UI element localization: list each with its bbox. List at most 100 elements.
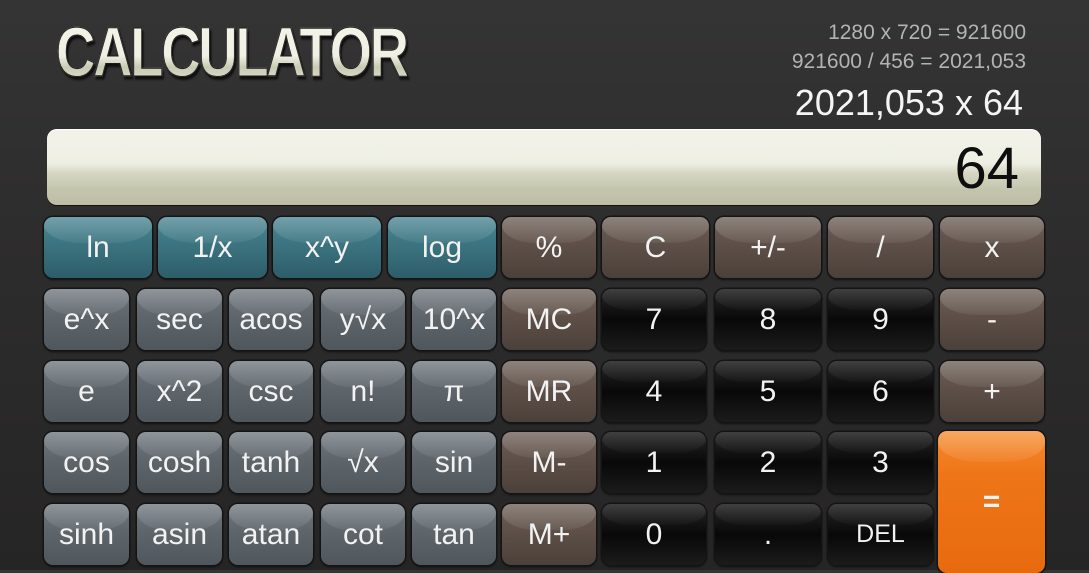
atan-button[interactable]: atan <box>229 504 313 565</box>
digit-9-button[interactable]: 9 <box>828 289 933 350</box>
memory-subtract-button[interactable]: M- <box>502 432 596 493</box>
key-label: MR <box>525 374 573 408</box>
asin-button[interactable]: asin <box>137 504 222 565</box>
key-label: e <box>78 374 95 408</box>
key-label: x^y <box>304 230 350 264</box>
digit-3-button[interactable]: 3 <box>828 432 933 493</box>
key-label: sinh <box>58 517 115 551</box>
history-line: 921600 / 456 = 2021,053 <box>791 50 1026 73</box>
equals-button[interactable]: = <box>938 431 1045 573</box>
digit-6-button[interactable]: 6 <box>828 361 933 422</box>
pi-button[interactable]: π <box>412 361 496 422</box>
divide-button[interactable]: / <box>828 217 933 278</box>
key-label: x^2 <box>156 374 203 408</box>
key-label: cos <box>63 445 110 479</box>
key-label: n! <box>350 374 376 408</box>
key-label: csc <box>248 374 294 408</box>
e-constant-button[interactable]: e <box>44 361 129 422</box>
key-label: 10^x <box>422 302 486 336</box>
digit-7-button[interactable]: 7 <box>602 289 706 350</box>
key-label: M+ <box>527 517 571 551</box>
cot-button[interactable]: cot <box>321 504 405 565</box>
multiply-button[interactable]: x <box>940 217 1044 278</box>
key-label: 8 <box>759 302 777 336</box>
key-label: % <box>535 230 563 264</box>
ln-button[interactable]: ln <box>44 217 152 278</box>
key-label: log <box>421 230 463 264</box>
key-label: x <box>984 230 1000 264</box>
percent-button[interactable]: % <box>502 217 596 278</box>
key-label: + <box>983 374 1001 408</box>
square-button[interactable]: x^2 <box>137 361 222 422</box>
digit-0-button[interactable]: 0 <box>602 504 706 565</box>
key-label: ln <box>86 230 110 264</box>
display-value: 64 <box>954 136 1019 201</box>
sinh-button[interactable]: sinh <box>44 504 129 565</box>
key-label: / <box>876 230 885 264</box>
key-label: asin <box>151 517 208 551</box>
delete-button[interactable]: DEL <box>828 504 933 565</box>
key-label: π <box>443 374 465 408</box>
key-label: MC <box>525 302 573 336</box>
memory-add-button[interactable]: M+ <box>502 504 596 565</box>
key-label: √x <box>347 445 379 479</box>
plus-button[interactable]: + <box>940 361 1044 422</box>
reciprocal-button[interactable]: 1/x <box>158 217 267 278</box>
sin-button[interactable]: sin <box>412 432 496 493</box>
minus-button[interactable]: - <box>940 289 1044 350</box>
key-label: C <box>644 230 667 264</box>
key-label: tanh <box>241 445 301 479</box>
digit-1-button[interactable]: 1 <box>602 432 706 493</box>
history-line: 1280 x 720 = 921600 <box>828 21 1026 44</box>
acos-button[interactable]: acos <box>229 289 313 350</box>
sqrt-button[interactable]: √x <box>321 432 405 493</box>
digit-5-button[interactable]: 5 <box>715 361 821 422</box>
tan-button[interactable]: tan <box>412 504 496 565</box>
current-expression: 2021,053 x 64 <box>794 82 1023 123</box>
key-label: sin <box>434 445 474 479</box>
pow10-button[interactable]: 10^x <box>412 289 496 350</box>
key-label: +/- <box>750 230 786 264</box>
digit-2-button[interactable]: 2 <box>715 432 821 493</box>
key-label: cosh <box>147 445 212 479</box>
key-label: 2 <box>759 445 777 479</box>
clear-button[interactable]: C <box>602 217 709 278</box>
power-button[interactable]: x^y <box>273 217 381 278</box>
digit-8-button[interactable]: 8 <box>715 289 821 350</box>
key-label: 1 <box>645 445 663 479</box>
key-label: M- <box>531 445 567 479</box>
yroot-button[interactable]: y√x <box>321 289 405 350</box>
key-label: 5 <box>759 374 777 408</box>
decimal-point-button[interactable]: . <box>715 504 821 565</box>
key-label: . <box>763 517 773 551</box>
key-label: 1/x <box>192 230 233 264</box>
key-label: e^x <box>63 302 110 336</box>
negate-button[interactable]: +/- <box>715 217 821 278</box>
app-title: CALCULATOR <box>56 13 410 91</box>
key-label: DEL <box>856 520 905 548</box>
factorial-button[interactable]: n! <box>321 361 405 422</box>
key-label: tan <box>433 517 475 551</box>
key-label: cot <box>342 517 384 551</box>
cosh-button[interactable]: cosh <box>137 432 222 493</box>
key-label: = <box>982 485 1001 518</box>
key-label: atan <box>241 517 301 551</box>
memory-recall-button[interactable]: MR <box>502 361 596 422</box>
key-label: acos <box>239 302 303 336</box>
key-label: 4 <box>645 374 663 408</box>
display-screen: 64 <box>47 129 1041 205</box>
tanh-button[interactable]: tanh <box>229 432 313 493</box>
key-label: y√x <box>339 302 387 336</box>
cos-button[interactable]: cos <box>44 432 129 493</box>
exp-button[interactable]: e^x <box>44 289 129 350</box>
key-label: 3 <box>872 445 889 479</box>
key-label: 0 <box>645 517 663 551</box>
digit-4-button[interactable]: 4 <box>602 361 706 422</box>
log-button[interactable]: log <box>388 217 496 278</box>
csc-button[interactable]: csc <box>229 361 313 422</box>
memory-clear-button[interactable]: MC <box>502 289 596 350</box>
key-label: 7 <box>645 302 663 336</box>
sec-button[interactable]: sec <box>137 289 222 350</box>
key-label: - <box>987 302 997 336</box>
key-label: sec <box>156 302 203 336</box>
